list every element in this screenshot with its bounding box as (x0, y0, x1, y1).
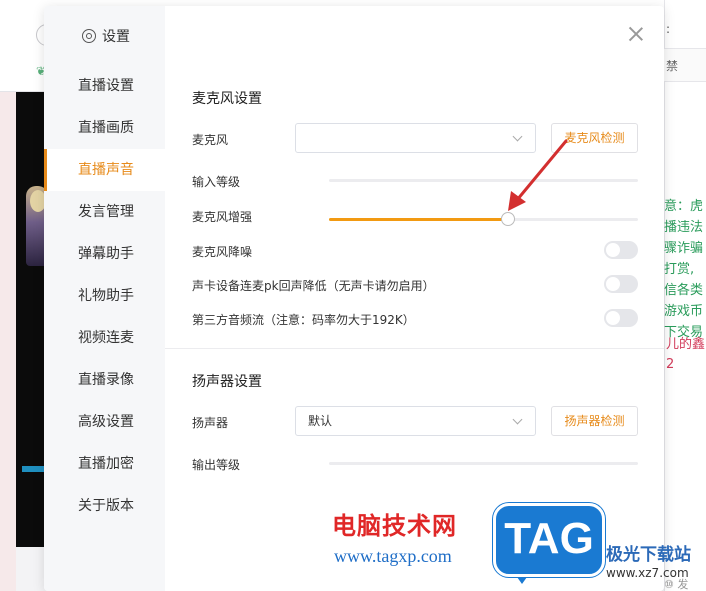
output-level-label: 输出等级 (192, 458, 241, 472)
third-party-audio-label: 第三方音频流（注意：码率勿大于192K） (192, 313, 415, 327)
mic-boost-fill (329, 218, 509, 221)
nav-item-live-audio[interactable]: 直播声音 (44, 149, 165, 191)
output-level-meter (329, 462, 638, 465)
input-level-label: 输入等级 (192, 175, 241, 189)
mic-device-label: 麦克风 (192, 133, 229, 147)
input-level-meter (329, 179, 638, 182)
notice-line: 打赏, (664, 262, 695, 277)
background-left-strip (0, 92, 16, 591)
xz-logo-url: www.xz7.com (606, 566, 689, 580)
settings-sidebar: 设置 直播设置 直播画质 直播声音 发言管理 弹幕助手 礼物助手 视频连麦 直播… (44, 6, 165, 591)
background-right-header: 禁 (664, 48, 706, 82)
tag-logo: TAG (493, 503, 605, 577)
mic-noise-toggle[interactable] (604, 241, 638, 259)
pk-echo-label: 声卡设备连麦pk回声降低（无声卡请勿启用） (192, 279, 435, 293)
background-right-header-text: 禁 (666, 59, 679, 73)
notice-line: 信各类 (664, 283, 704, 298)
notice-line: 游戏币 (664, 304, 704, 319)
speaker-section-title: 扬声器设置 (192, 374, 262, 390)
mic-boost-slider[interactable] (329, 212, 638, 226)
mic-test-button[interactable]: 麦克风检测 (551, 123, 638, 153)
username-line: 2 (666, 357, 675, 372)
mic-boost-label: 麦克风增强 (192, 210, 253, 224)
nav-item-live-settings[interactable]: 直播设置 (44, 65, 165, 107)
mic-device-select[interactable] (295, 123, 536, 153)
speaker-device-value: 默认 (308, 414, 333, 428)
background-username: 儿的鑫 2 (666, 335, 706, 375)
sidebar-title: 设置 (82, 26, 130, 46)
chevron-down-icon (512, 414, 523, 425)
section-divider (165, 348, 664, 349)
nav-item-gift-assistant[interactable]: 礼物助手 (44, 275, 165, 317)
third-party-audio-toggle[interactable] (604, 309, 638, 327)
mic-noise-label: 麦克风降噪 (192, 245, 253, 259)
nav-item-danmaku-assistant[interactable]: 弹幕助手 (44, 233, 165, 275)
nav-item-about-version[interactable]: 关于版本 (44, 485, 165, 527)
nav-item-live-recording[interactable]: 直播录像 (44, 359, 165, 401)
mic-section-title: 麦克风设置 (192, 91, 262, 107)
nav-item-live-encryption[interactable]: 直播加密 (44, 443, 165, 485)
username-line: 儿的鑫 (666, 337, 706, 352)
sidebar-title-label: 设置 (102, 29, 130, 45)
background-video-overlay (22, 466, 46, 472)
background-right-label: : (666, 22, 671, 36)
nav-item-live-quality[interactable]: 直播画质 (44, 107, 165, 149)
nav-item-chat-management[interactable]: 发言管理 (44, 191, 165, 233)
close-icon[interactable] (628, 26, 644, 42)
background-notice: 意：虎 播违法 骤诈骗 打赏, 信各类 游戏币 下交易 (664, 196, 706, 343)
watermark-text: 电脑技术网 (332, 512, 457, 540)
nav-item-video-co-host[interactable]: 视频连麦 (44, 317, 165, 359)
watermark-url: www.tagxp.com (334, 546, 452, 566)
chevron-down-icon (512, 131, 523, 142)
xz-logo-text: 极光下载站 (606, 545, 691, 565)
speaker-device-label: 扬声器 (192, 416, 229, 430)
nav-item-advanced-settings[interactable]: 高级设置 (44, 401, 165, 443)
notice-line: 播违法 (664, 220, 704, 235)
gear-icon (82, 29, 96, 43)
notice-line: 骤诈骗 (664, 241, 704, 256)
pk-echo-toggle[interactable] (604, 275, 638, 293)
mic-boost-handle[interactable] (501, 212, 516, 226)
speaker-test-button[interactable]: 扬声器检测 (551, 406, 638, 436)
notice-line: 意：虎 (664, 199, 704, 214)
speaker-device-select[interactable]: 默认 (295, 406, 536, 436)
